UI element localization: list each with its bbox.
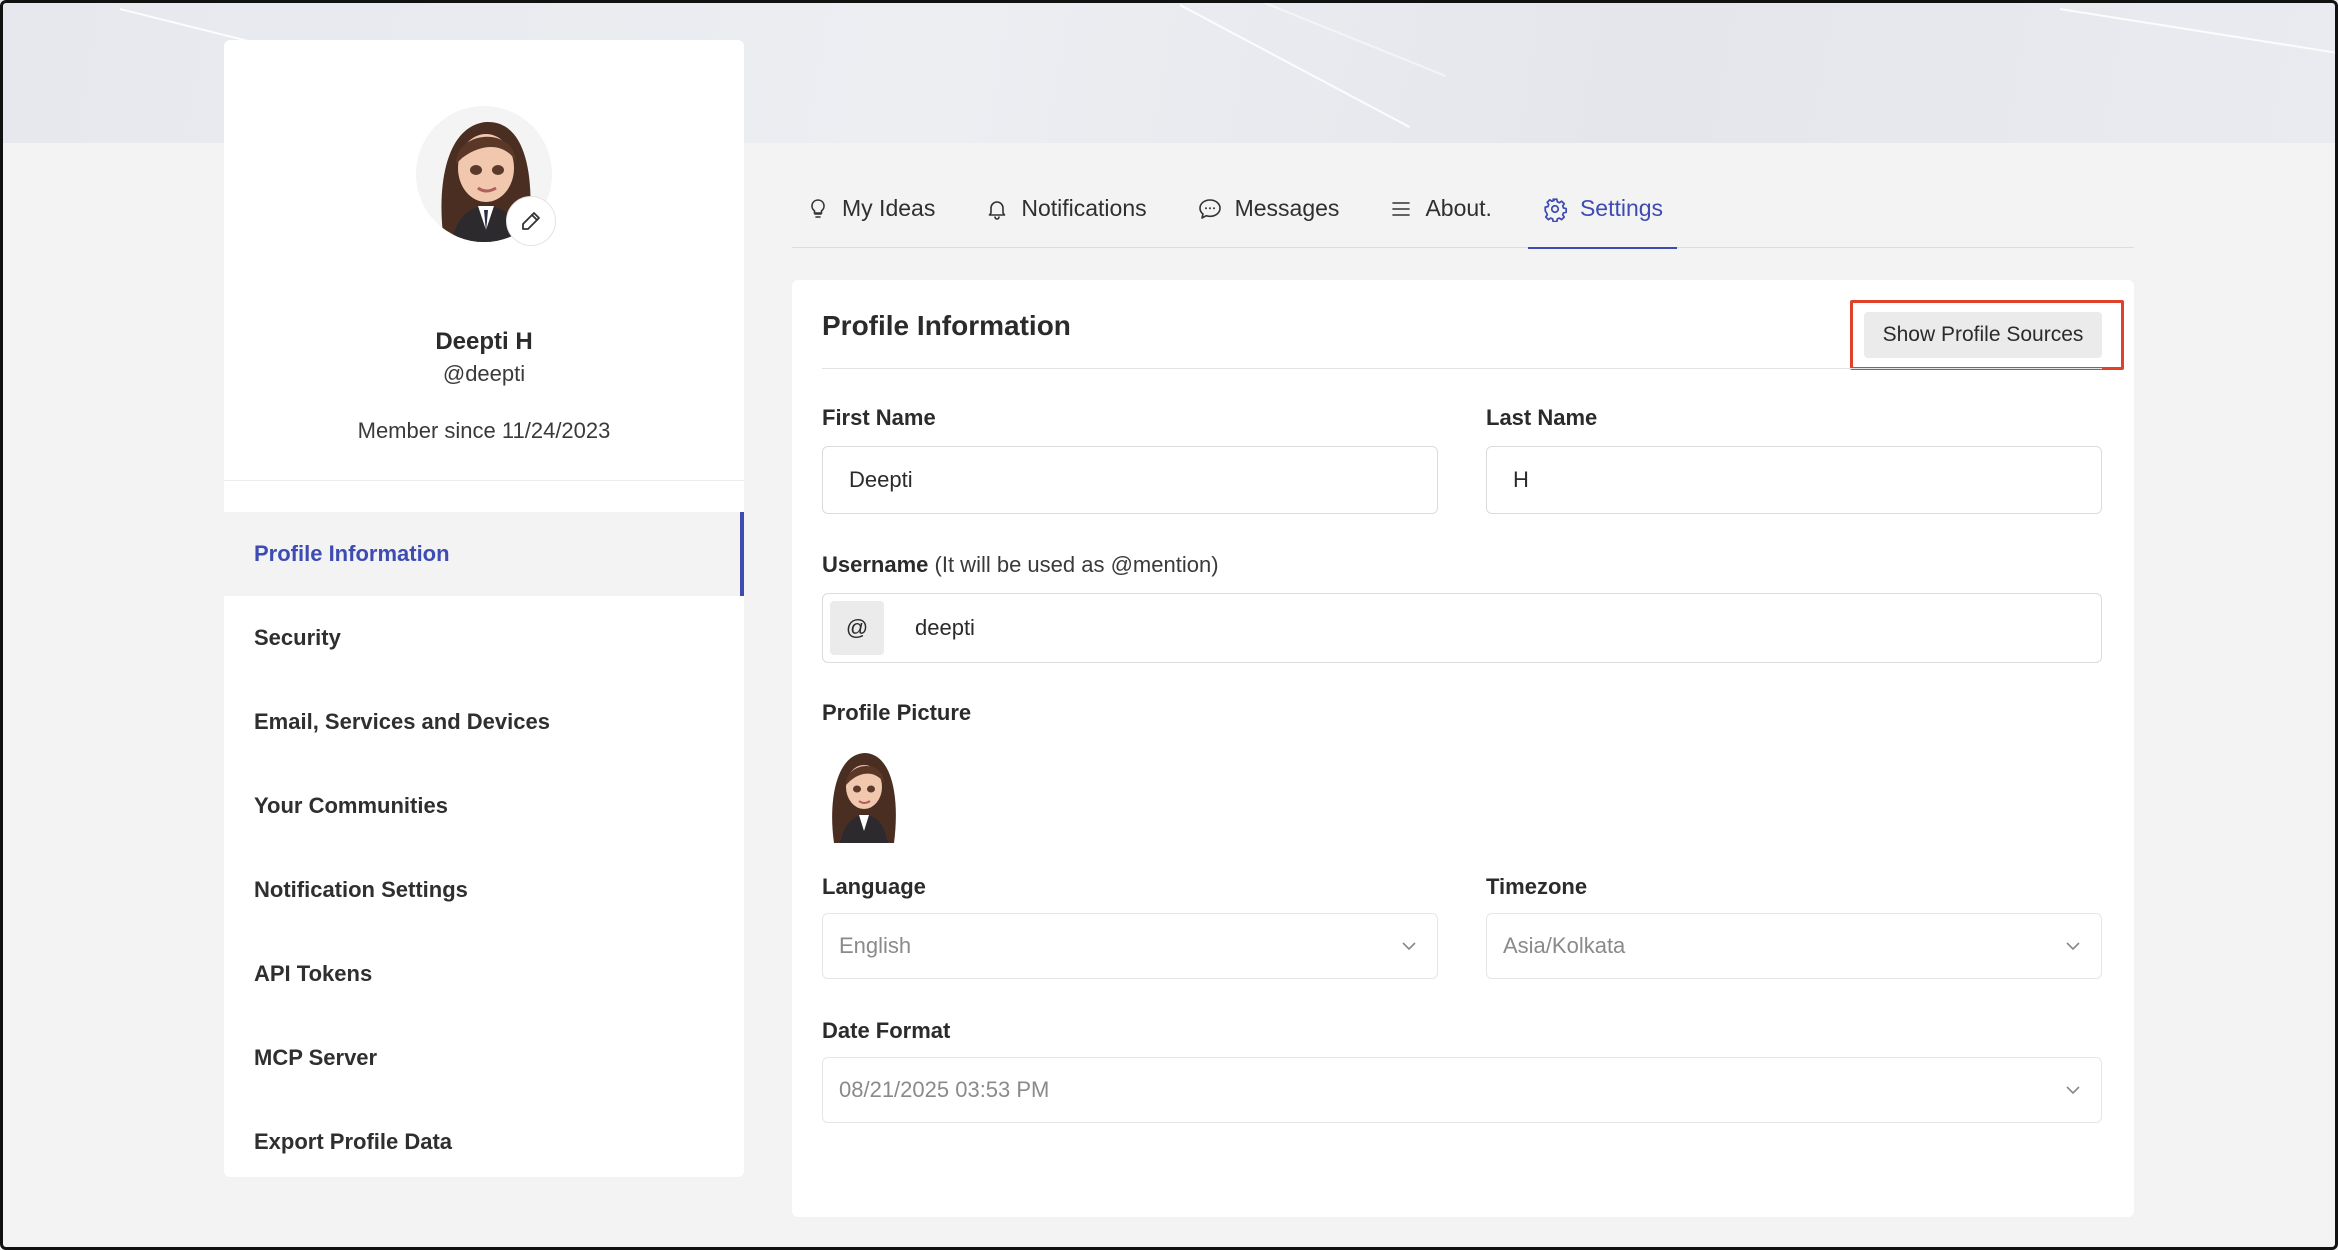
username-hint: (It will be used as @mention) [934, 552, 1219, 577]
card-divider [224, 480, 744, 481]
profile-picture-image[interactable] [820, 745, 904, 843]
tab-label: Messages [1234, 195, 1340, 221]
user-handle: @deepti [442, 361, 526, 386]
tab-about[interactable]: About. [1375, 170, 1506, 248]
lightbulb-icon [811, 198, 825, 218]
menu-lines-icon [1392, 201, 1411, 216]
sidebar-item-profile-information[interactable]: Profile Information [224, 512, 744, 596]
panel-divider [822, 368, 2102, 369]
tab-label: Settings [1579, 195, 1664, 221]
sidebar-item-notification-settings[interactable]: Notification Settings [224, 848, 744, 932]
chevron-down-icon [1402, 942, 1416, 951]
username-field[interactable] [822, 593, 2102, 663]
first-name-field[interactable] [822, 446, 1438, 514]
sidebar-item-email-services-devices[interactable]: Email, Services and Devices [224, 680, 744, 764]
tab-settings[interactable]: Settings [1527, 170, 1678, 249]
sidebar-item-export-profile-data[interactable]: Export Profile Data [224, 1100, 744, 1184]
language-value: English [839, 933, 912, 958]
tab-messages[interactable]: Messages [1183, 170, 1354, 248]
date-format-value: 08/21/2025 03:53 PM [839, 1077, 1050, 1102]
chat-bubble-icon [1198, 198, 1221, 219]
profile-tabs: My Ideas Notifications Messages About. S… [792, 170, 2134, 249]
language-select[interactable]: English [822, 913, 1438, 979]
chevron-down-icon [2066, 1086, 2080, 1095]
edit-avatar-button[interactable] [506, 196, 556, 246]
tab-label: About. [1425, 195, 1492, 221]
show-profile-sources-button[interactable]: Show Profile Sources [1864, 312, 2102, 358]
member-since: Member since 11/24/2023 [357, 418, 611, 443]
tab-notifications[interactable]: Notifications [971, 170, 1160, 248]
last-name-label: Last Name [1486, 405, 1598, 430]
sidebar-item-your-communities[interactable]: Your Communities [224, 764, 744, 848]
pencil-icon [522, 212, 540, 230]
tab-my-ideas[interactable]: My Ideas [792, 170, 949, 248]
sidebar-item-api-tokens[interactable]: API Tokens [224, 932, 744, 1016]
last-name-field[interactable] [1486, 446, 2102, 514]
chevron-down-icon [2066, 942, 2080, 951]
timezone-value: Asia/Kolkata [1503, 933, 1626, 958]
profile-picture-label: Profile Picture [822, 700, 972, 725]
sidebar-item-mcp-server[interactable]: MCP Server [224, 1016, 744, 1100]
tab-label: My Ideas [842, 195, 936, 221]
tab-label: Notifications [1021, 195, 1147, 221]
username-at-prefix: @ [830, 601, 884, 655]
user-name: Deepti H [435, 328, 533, 355]
gear-icon [1544, 197, 1567, 222]
timezone-label: Timezone [1486, 874, 1588, 899]
avatar-container [416, 106, 556, 246]
settings-sidebar: Profile Information Security Email, Serv… [224, 512, 744, 1184]
bell-icon [989, 200, 1006, 220]
date-format-label: Date Format [822, 1018, 951, 1043]
panel-title: Profile Information [822, 310, 1071, 341]
profile-card: Deepti H @deepti Member since 11/24/2023… [224, 40, 744, 1177]
sidebar-item-security[interactable]: Security [224, 596, 744, 680]
profile-information-panel: Profile Information Show Profile Sources… [792, 280, 2134, 1217]
date-format-select[interactable]: 08/21/2025 03:53 PM [822, 1057, 2102, 1123]
timezone-select[interactable]: Asia/Kolkata [1486, 913, 2102, 979]
username-label: Username (It will be used as @mention) [822, 552, 1219, 578]
first-name-label: First Name [822, 405, 936, 430]
language-label: Language [822, 874, 926, 899]
username-label-text: Username [822, 552, 929, 577]
